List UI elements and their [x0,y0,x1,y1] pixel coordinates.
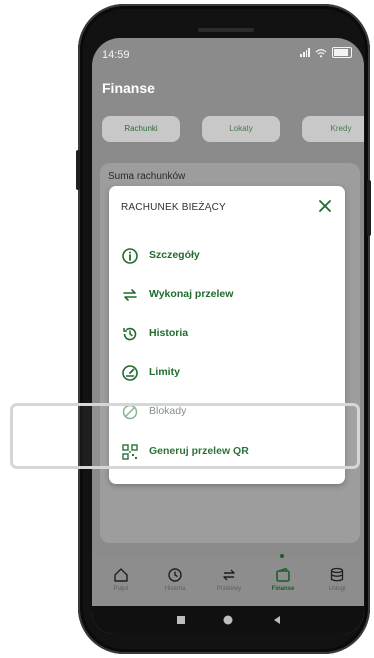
nav-label: Finanse [271,586,295,592]
home-button-icon[interactable] [222,614,234,626]
nav-label: Pulpit [113,586,129,592]
highlight-frame [10,403,360,469]
tab-kredyty[interactable]: Kredy [302,116,364,142]
tab-lokaty[interactable]: Lokaty [202,116,280,142]
database-icon [330,567,344,582]
menu-item-label: Szczegóły [149,249,200,261]
tabs-bar: Rachunki Lokaty Kredy [92,116,364,144]
tab-rachunki[interactable]: Rachunki [102,116,180,142]
menu-item-limity[interactable]: Limity [117,359,337,387]
history-icon [123,327,137,341]
close-icon[interactable] [315,196,335,216]
page-title: Finanse [102,80,155,96]
status-bar: 14:59 [92,38,364,68]
nav-pulpit[interactable]: Pulpit [96,566,146,592]
nav-label: Historia [164,586,186,592]
recents-icon[interactable] [176,615,186,625]
menu-item-label: Historia [149,327,189,339]
menu-item-szczegoly[interactable]: Szczegóły [117,242,337,270]
android-nav-bar [92,606,364,634]
back-icon[interactable] [272,615,282,625]
status-icons [300,47,352,58]
wallet-icon [276,567,290,582]
transfer-icon [123,289,137,301]
wifi-icon [315,48,327,57]
history-icon [168,568,182,582]
nav-przelewy[interactable]: Przelewy [204,566,254,592]
nav-label: Przelewy [216,586,242,592]
phone-speaker [198,28,254,32]
stage: 14:59 Finanse Rachunki Lokaty Kredy Suma… [0,0,374,658]
nav-uslugi[interactable]: Usługi [312,566,362,592]
signal-icon [300,48,310,57]
summary-title: Suma rachunków [108,171,186,182]
gauge-icon [122,365,138,381]
nav-historia[interactable]: Historia [150,566,200,592]
phone-volume-button [76,150,80,190]
dialog-title: RACHUNEK BIEŻĄCY [121,202,226,213]
menu-item-historia[interactable]: Historia [117,320,337,348]
menu-item-label: Limity [149,366,180,378]
transfer-icon [223,569,235,581]
bottom-nav: Pulpit Historia Przelewy Finanse Usługi [92,558,364,606]
phone-power-button [367,180,371,236]
status-time: 14:59 [102,49,130,61]
menu-item-wykonaj-przelew[interactable]: Wykonaj przelew [117,281,337,309]
nav-label: Usługi [328,586,346,592]
nav-finanse[interactable]: Finanse [258,566,308,592]
info-icon [122,248,138,264]
battery-icon [332,47,352,58]
menu-item-label: Wykonaj przelew [149,288,234,300]
home-icon [114,568,128,582]
